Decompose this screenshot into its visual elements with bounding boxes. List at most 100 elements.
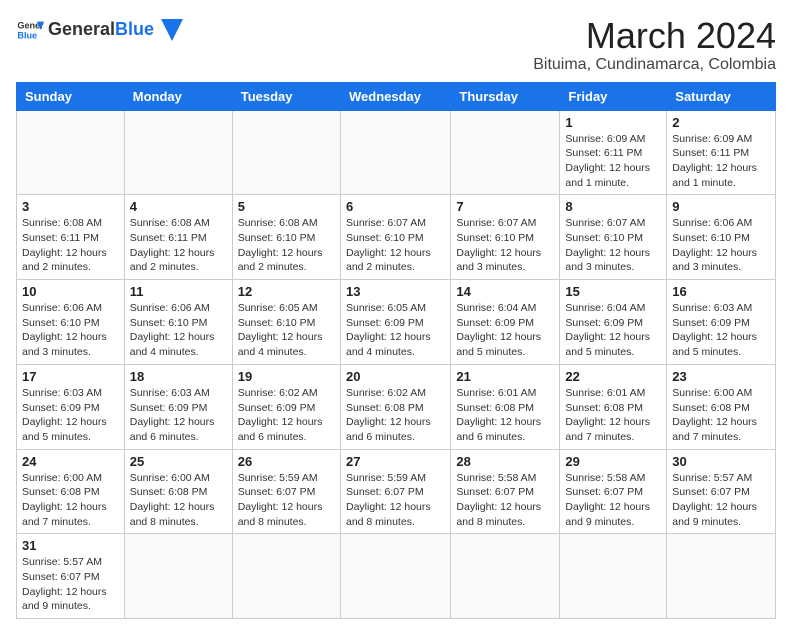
day-number: 11	[130, 284, 227, 299]
calendar-cell	[124, 110, 232, 195]
calendar-cell: 16 Sunrise: 6:03 AM Sunset: 6:09 PM Dayli…	[667, 280, 776, 365]
day-info: Sunrise: 6:09 AM Sunset: 6:11 PM Dayligh…	[672, 132, 770, 191]
calendar-cell: 10Sunrise: 6:06 AM Sunset: 6:10 PM Dayli…	[17, 280, 125, 365]
calendar-subtitle: Bituima, Cundinamarca, Colombia	[533, 56, 776, 74]
calendar-week-row: 1 Sunrise: 6:09 AM Sunset: 6:11 PM Daylig…	[17, 110, 776, 195]
day-info: Sunrise: 6:03 AM Sunset: 6:09 PM Dayligh…	[672, 301, 770, 360]
day-info: Sunrise: 6:03 AM Sunset: 6:09 PM Dayligh…	[130, 386, 227, 445]
day-info: Sunrise: 6:07 AM Sunset: 6:10 PM Dayligh…	[565, 216, 661, 275]
calendar-cell: 1 Sunrise: 6:09 AM Sunset: 6:11 PM Daylig…	[560, 110, 667, 195]
calendar-cell: 3Sunrise: 6:08 AM Sunset: 6:11 PM Daylig…	[17, 195, 125, 280]
day-info: Sunrise: 6:03 AM Sunset: 6:09 PM Dayligh…	[22, 386, 119, 445]
day-info: Sunrise: 5:58 AM Sunset: 6:07 PM Dayligh…	[456, 471, 554, 530]
day-number: 20	[346, 369, 445, 384]
calendar-cell: 18Sunrise: 6:03 AM Sunset: 6:09 PM Dayli…	[124, 364, 232, 449]
calendar-cell: 26 Sunrise: 5:59 AM Sunset: 6:07 PM Dayli…	[232, 449, 340, 534]
day-info: Sunrise: 5:57 AM Sunset: 6:07 PM Dayligh…	[672, 471, 770, 530]
calendar-cell: 31 Sunrise: 5:57 AM Sunset: 6:07 PM Dayli…	[17, 534, 125, 619]
calendar-cell	[340, 110, 450, 195]
day-info: Sunrise: 6:05 AM Sunset: 6:09 PM Dayligh…	[346, 301, 445, 360]
day-info: Sunrise: 6:01 AM Sunset: 6:08 PM Dayligh…	[456, 386, 554, 445]
day-info: Sunrise: 6:07 AM Sunset: 6:10 PM Dayligh…	[346, 216, 445, 275]
calendar-cell: 7Sunrise: 6:07 AM Sunset: 6:10 PM Daylig…	[451, 195, 560, 280]
day-info: Sunrise: 6:00 AM Sunset: 6:08 PM Dayligh…	[22, 471, 119, 530]
calendar-cell: 30 Sunrise: 5:57 AM Sunset: 6:07 PM Dayli…	[667, 449, 776, 534]
day-number: 14	[456, 284, 554, 299]
day-info: Sunrise: 6:05 AM Sunset: 6:10 PM Dayligh…	[238, 301, 335, 360]
day-info: Sunrise: 6:02 AM Sunset: 6:09 PM Dayligh…	[238, 386, 335, 445]
calendar-week-row: 3Sunrise: 6:08 AM Sunset: 6:11 PM Daylig…	[17, 195, 776, 280]
day-number: 24	[22, 454, 119, 469]
day-info: Sunrise: 5:59 AM Sunset: 6:07 PM Dayligh…	[346, 471, 445, 530]
calendar-cell: 4Sunrise: 6:08 AM Sunset: 6:11 PM Daylig…	[124, 195, 232, 280]
calendar-cell: 12 Sunrise: 6:05 AM Sunset: 6:10 PM Dayli…	[232, 280, 340, 365]
day-number: 6	[346, 199, 445, 214]
day-info: Sunrise: 6:01 AM Sunset: 6:08 PM Dayligh…	[565, 386, 661, 445]
day-number: 22	[565, 369, 661, 384]
calendar-cell: 22 Sunrise: 6:01 AM Sunset: 6:08 PM Dayli…	[560, 364, 667, 449]
day-number: 29	[565, 454, 661, 469]
day-info: Sunrise: 5:59 AM Sunset: 6:07 PM Dayligh…	[238, 471, 335, 530]
calendar-cell	[17, 110, 125, 195]
day-number: 25	[130, 454, 227, 469]
calendar-cell: 9 Sunrise: 6:06 AM Sunset: 6:10 PM Daylig…	[667, 195, 776, 280]
day-number: 26	[238, 454, 335, 469]
col-tuesday: Tuesday	[232, 82, 340, 110]
calendar-cell	[451, 534, 560, 619]
day-number: 13	[346, 284, 445, 299]
calendar-cell: 27Sunrise: 5:59 AM Sunset: 6:07 PM Dayli…	[340, 449, 450, 534]
calendar-cell	[667, 534, 776, 619]
calendar-cell: 11Sunrise: 6:06 AM Sunset: 6:10 PM Dayli…	[124, 280, 232, 365]
calendar-cell: 14 Sunrise: 6:04 AM Sunset: 6:09 PM Dayli…	[451, 280, 560, 365]
calendar-week-row: 24 Sunrise: 6:00 AM Sunset: 6:08 PM Dayli…	[17, 449, 776, 534]
calendar-cell: 20Sunrise: 6:02 AM Sunset: 6:08 PM Dayli…	[340, 364, 450, 449]
col-saturday: Saturday	[667, 82, 776, 110]
day-info: Sunrise: 6:06 AM Sunset: 6:10 PM Dayligh…	[22, 301, 119, 360]
day-number: 4	[130, 199, 227, 214]
calendar-week-row: 31 Sunrise: 5:57 AM Sunset: 6:07 PM Dayli…	[17, 534, 776, 619]
day-number: 12	[238, 284, 335, 299]
calendar-header-row: Sunday Monday Tuesday Wednesday Thursday…	[17, 82, 776, 110]
day-info: Sunrise: 6:06 AM Sunset: 6:10 PM Dayligh…	[672, 216, 770, 275]
calendar-cell: 19 Sunrise: 6:02 AM Sunset: 6:09 PM Dayli…	[232, 364, 340, 449]
calendar-title: March 2024	[533, 16, 776, 56]
day-number: 5	[238, 199, 335, 214]
day-number: 15	[565, 284, 661, 299]
day-info: Sunrise: 6:00 AM Sunset: 6:08 PM Dayligh…	[130, 471, 227, 530]
day-number: 16	[672, 284, 770, 299]
generalblue-logo-icon: General Blue	[16, 16, 44, 44]
day-number: 21	[456, 369, 554, 384]
calendar-cell: 24 Sunrise: 6:00 AM Sunset: 6:08 PM Dayli…	[17, 449, 125, 534]
header-area: General Blue GeneralBlue March 2024 Bitu…	[16, 16, 776, 74]
calendar-cell	[232, 534, 340, 619]
day-number: 31	[22, 538, 119, 553]
calendar-cell: 29Sunrise: 5:58 AM Sunset: 6:07 PM Dayli…	[560, 449, 667, 534]
calendar-cell	[232, 110, 340, 195]
day-number: 19	[238, 369, 335, 384]
col-wednesday: Wednesday	[340, 82, 450, 110]
day-info: Sunrise: 6:09 AM Sunset: 6:11 PM Dayligh…	[565, 132, 661, 191]
day-number: 23	[672, 369, 770, 384]
day-number: 8	[565, 199, 661, 214]
day-info: Sunrise: 6:08 AM Sunset: 6:11 PM Dayligh…	[22, 216, 119, 275]
day-number: 7	[456, 199, 554, 214]
calendar-cell: 13 Sunrise: 6:05 AM Sunset: 6:09 PM Dayli…	[340, 280, 450, 365]
day-info: Sunrise: 5:57 AM Sunset: 6:07 PM Dayligh…	[22, 555, 119, 614]
day-info: Sunrise: 6:08 AM Sunset: 6:10 PM Dayligh…	[238, 216, 335, 275]
day-number: 1	[565, 115, 661, 130]
calendar-cell	[560, 534, 667, 619]
calendar-cell	[340, 534, 450, 619]
calendar-body: 1 Sunrise: 6:09 AM Sunset: 6:11 PM Daylig…	[17, 110, 776, 619]
title-area: March 2024 Bituima, Cundinamarca, Colomb…	[533, 16, 776, 74]
calendar-cell: 8 Sunrise: 6:07 AM Sunset: 6:10 PM Daylig…	[560, 195, 667, 280]
svg-text:Blue: Blue	[17, 30, 37, 40]
calendar-cell: 21 Sunrise: 6:01 AM Sunset: 6:08 PM Dayli…	[451, 364, 560, 449]
day-info: Sunrise: 6:04 AM Sunset: 6:09 PM Dayligh…	[456, 301, 554, 360]
day-number: 2	[672, 115, 770, 130]
day-number: 30	[672, 454, 770, 469]
col-sunday: Sunday	[17, 82, 125, 110]
col-monday: Monday	[124, 82, 232, 110]
day-number: 9	[672, 199, 770, 214]
calendar-cell	[124, 534, 232, 619]
calendar-cell: 28Sunrise: 5:58 AM Sunset: 6:07 PM Dayli…	[451, 449, 560, 534]
